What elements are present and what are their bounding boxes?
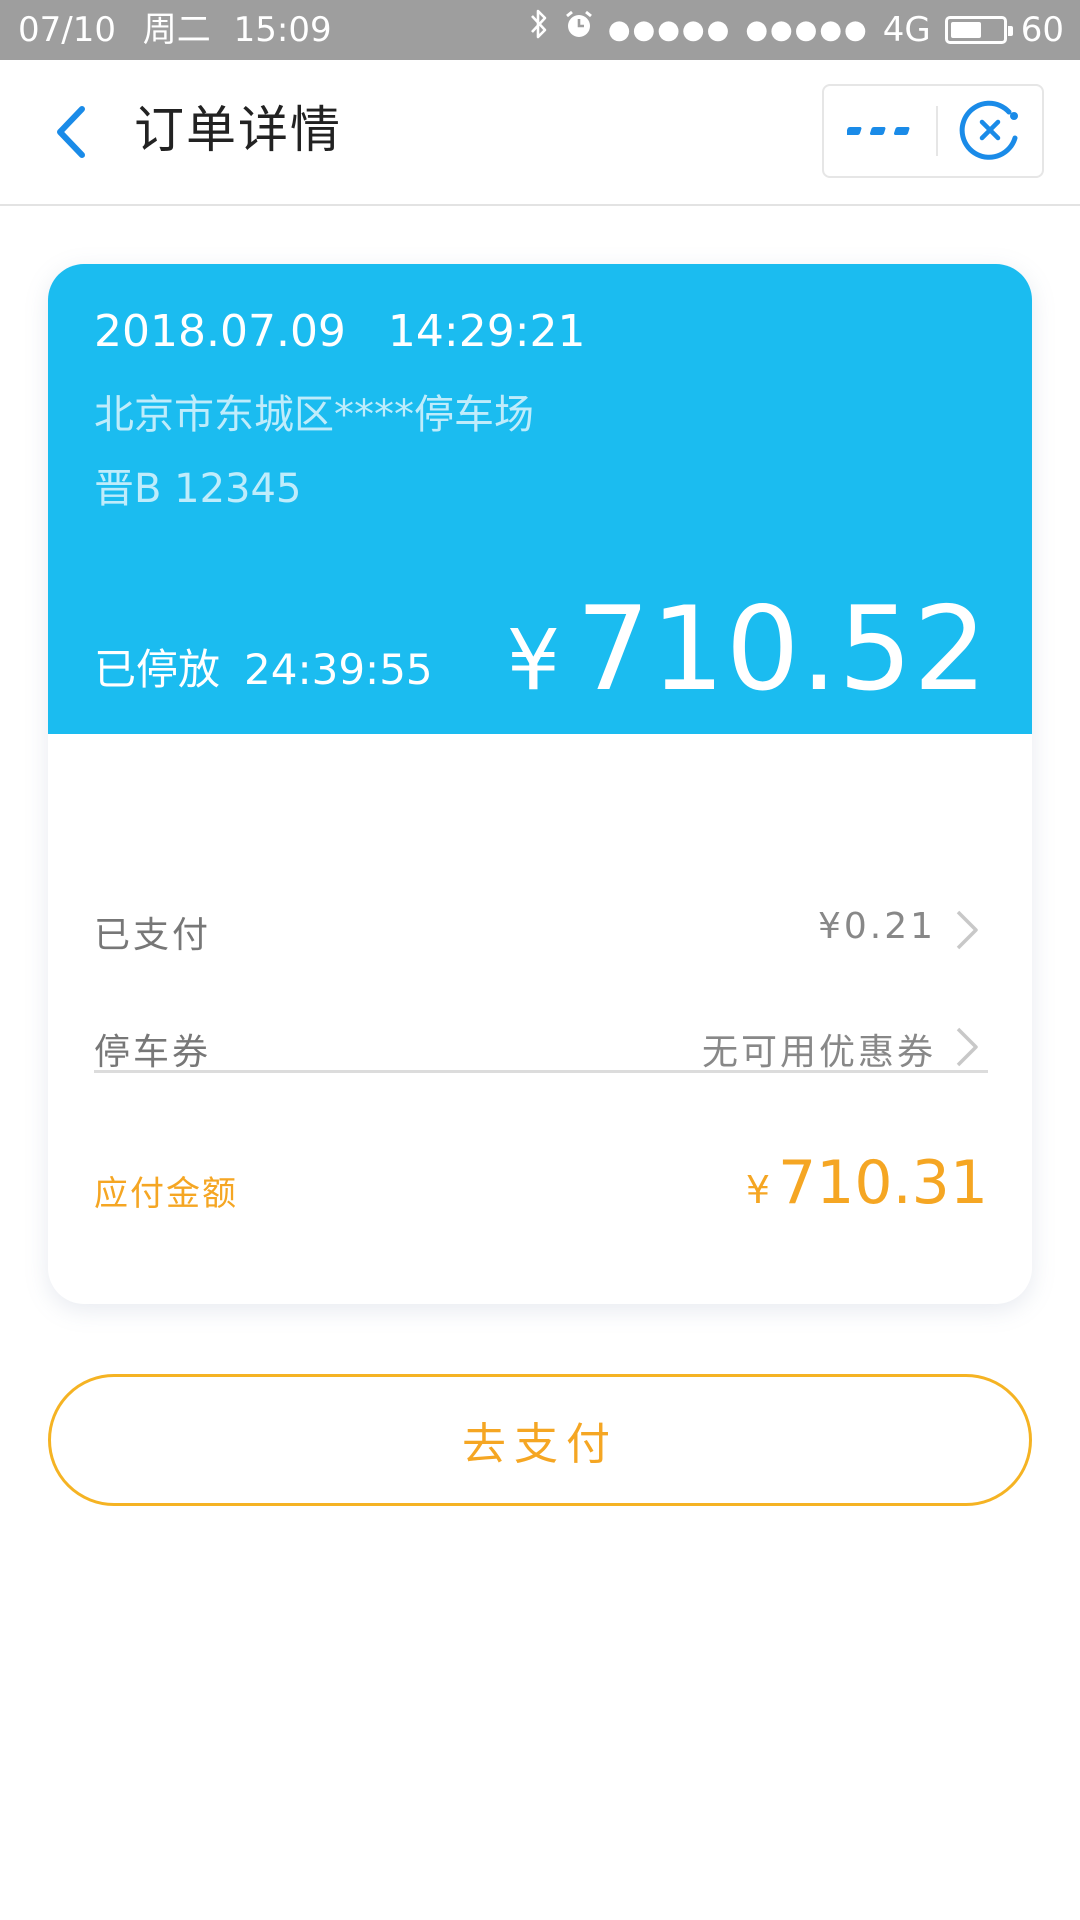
amount-due-currency: ¥ (745, 1168, 771, 1212)
mini-program-capsule (822, 84, 1044, 178)
chevron-right-icon (956, 910, 978, 950)
back-button[interactable] (40, 102, 100, 162)
amount-due: ¥710.31 (746, 1148, 988, 1218)
signal-strength-1: ●●●●● (607, 15, 732, 45)
chevron-right-icon (956, 1027, 978, 1067)
status-datetime: 07/10 周二 15:09 (18, 0, 332, 60)
more-icon (847, 127, 910, 135)
order-date: 2018.07.09 (94, 306, 346, 357)
total-value: 710.52 (576, 582, 988, 717)
battery-icon (944, 16, 1013, 44)
chevron-left-icon (57, 106, 85, 158)
order-card: 2018.07.09 14:29:21 北京市东城区****停车场 晋B 123… (48, 264, 1032, 1304)
alarm-icon (564, 0, 594, 60)
network-type: 4G (882, 10, 931, 50)
more-button[interactable] (824, 86, 936, 176)
total-currency: ¥ (506, 611, 561, 709)
amount-due-label: 应付金额 (94, 1174, 238, 1214)
paid-value: ¥0.21 (817, 906, 936, 947)
paid-row[interactable]: 已支付 ¥0.21 (94, 890, 988, 970)
status-weekday: 周二 (142, 10, 211, 50)
status-indicators: ●●●●● ●●●●● 4G 60 (528, 0, 1064, 60)
coupon-row[interactable]: 停车券 无可用优惠券 (94, 1007, 988, 1087)
status-date: 07/10 (18, 10, 116, 50)
battery-level: 60 (1020, 10, 1064, 50)
divider (94, 1070, 988, 1073)
close-button[interactable] (938, 86, 1042, 176)
total-amount: ¥710.52 (507, 582, 988, 717)
status-bar: 07/10 周二 15:09 ●●●●● ●●●●● 4G 60 (0, 0, 1080, 60)
battery-fill (950, 22, 981, 38)
order-datetime: 2018.07.09 14:29:21 (94, 306, 586, 357)
parked-label: 已停放 (94, 645, 221, 694)
bluetooth-icon (528, 0, 550, 60)
license-plate: 晋B 12345 (94, 466, 302, 512)
order-summary: 2018.07.09 14:29:21 北京市东城区****停车场 晋B 123… (48, 264, 1032, 734)
parking-address: 北京市东城区****停车场 (94, 392, 534, 438)
order-time: 14:29:21 (387, 306, 586, 357)
coupon-value: 无可用优惠券 (701, 1032, 936, 1073)
page-title: 订单详情 (134, 101, 342, 159)
pay-button[interactable]: 去支付 (48, 1374, 1032, 1506)
status-time: 15:09 (233, 10, 332, 50)
parked-duration: 24:39:55 (244, 645, 433, 694)
paid-label: 已支付 (94, 915, 212, 956)
parked-duration-row: 已停放 24:39:55 (94, 636, 433, 697)
signal-strength-2: ●●●●● (745, 15, 869, 45)
amount-due-value: 710.31 (778, 1148, 988, 1218)
navigation-bar: 订单详情 (0, 60, 1080, 206)
close-circle-icon (959, 100, 1018, 160)
coupon-label: 停车券 (94, 1032, 212, 1073)
